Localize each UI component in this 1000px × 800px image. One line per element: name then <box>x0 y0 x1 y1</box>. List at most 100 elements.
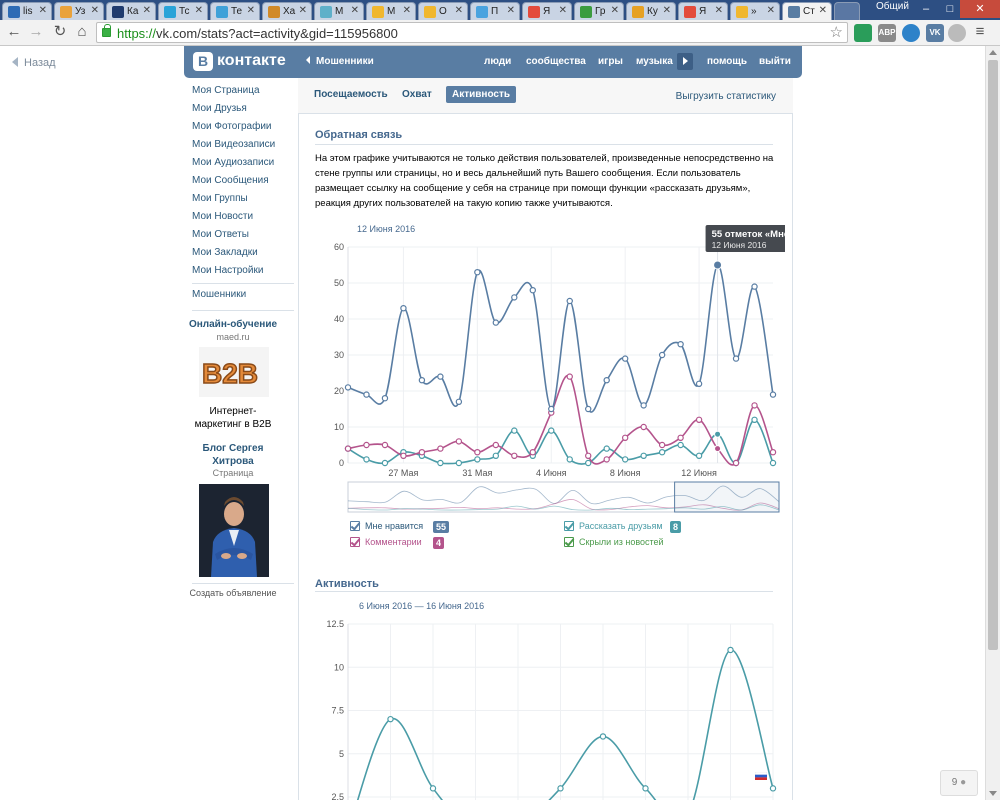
data-point[interactable] <box>695 416 703 423</box>
data-point[interactable] <box>566 373 573 380</box>
data-point[interactable] <box>640 452 647 459</box>
data-point[interactable] <box>455 459 463 467</box>
extension-icon[interactable] <box>948 24 966 42</box>
checkbox-checked-icon[interactable] <box>350 537 360 547</box>
scroll-down-icon[interactable] <box>989 791 997 796</box>
home-icon[interactable]: ⌂ <box>72 22 92 42</box>
data-point[interactable] <box>474 456 481 463</box>
tab-visits[interactable]: Посещаемость <box>314 89 388 100</box>
tab-close-icon[interactable]: ✕ <box>819 5 827 16</box>
navigator-selection[interactable] <box>674 481 780 513</box>
tab-close-icon[interactable]: ✕ <box>39 5 47 16</box>
export-stats-link[interactable]: Выгрузить статистику <box>676 91 776 102</box>
data-point[interactable] <box>695 452 703 459</box>
drive-extension-icon[interactable] <box>854 24 872 42</box>
browser-tab[interactable]: Я ✕ <box>678 2 728 20</box>
url-text[interactable]: https://vk.com/stats?act=activity&gid=11… <box>117 26 398 41</box>
browser-tab[interactable]: М ✕ <box>366 2 416 20</box>
ad-title[interactable]: Онлайн-обучение <box>178 318 288 331</box>
data-point[interactable] <box>492 452 500 459</box>
topnav-music[interactable]: музыка <box>636 56 673 67</box>
tab-close-icon[interactable]: ✕ <box>143 5 151 16</box>
sidebar-item-settings[interactable]: Мои Настройки <box>192 265 263 276</box>
browser-tab[interactable]: Ха ✕ <box>262 2 312 20</box>
reload-icon[interactable]: ↻ <box>50 22 70 42</box>
sidebar-item-messages[interactable]: Мои Сообщения <box>192 175 269 186</box>
scrollbar-thumb[interactable] <box>988 60 998 650</box>
topnav-logout[interactable]: выйти <box>759 56 791 67</box>
legend-likes[interactable]: Мне нравится <box>350 521 423 531</box>
data-point[interactable] <box>400 304 407 312</box>
data-point[interactable] <box>751 416 758 423</box>
browser-tab[interactable]: Те ✕ <box>210 2 260 20</box>
back-link[interactable]: Назад <box>12 57 56 69</box>
data-point[interactable] <box>751 402 758 409</box>
browser-tab[interactable]: Ку ✕ <box>626 2 676 20</box>
data-point[interactable] <box>640 423 647 431</box>
data-point[interactable] <box>363 456 370 463</box>
tab-close-icon[interactable]: ✕ <box>299 5 307 16</box>
highlighted-point[interactable] <box>714 445 722 453</box>
ad2-title-line1[interactable]: Блог Сергея <box>178 442 288 455</box>
data-point[interactable] <box>585 459 592 467</box>
online-counter[interactable]: 9 ● <box>940 770 978 796</box>
data-point[interactable] <box>400 452 407 459</box>
browser-tab[interactable]: О ✕ <box>418 2 468 20</box>
profile-label[interactable]: Общий <box>876 1 909 12</box>
tab-close-icon[interactable]: ✕ <box>611 5 619 16</box>
topnav-people[interactable]: люди <box>484 56 511 67</box>
tab-close-icon[interactable]: ✕ <box>767 5 775 16</box>
tab-activity[interactable]: Активность <box>446 86 517 103</box>
data-point[interactable] <box>511 452 518 459</box>
data-point[interactable] <box>381 441 389 449</box>
data-point[interactable] <box>344 445 352 452</box>
data-point[interactable] <box>658 351 666 359</box>
data-point[interactable] <box>603 445 610 452</box>
play-icon[interactable] <box>677 53 693 70</box>
ad-b2b-image[interactable]: B2B <box>199 347 269 397</box>
browser-tab[interactable]: Гр ✕ <box>574 2 624 20</box>
data-point[interactable] <box>437 459 444 467</box>
address-bar[interactable]: https://vk.com/stats?act=activity&gid=11… <box>96 22 848 43</box>
data-point[interactable] <box>492 319 500 326</box>
tab-close-icon[interactable]: ✕ <box>91 5 99 16</box>
data-point[interactable] <box>437 445 444 452</box>
data-point[interactable] <box>548 405 555 413</box>
data-point[interactable] <box>769 785 777 792</box>
browser-tab[interactable]: Ка ✕ <box>106 2 156 20</box>
data-point[interactable] <box>455 398 463 405</box>
data-point[interactable] <box>557 785 564 792</box>
data-point[interactable] <box>727 646 734 654</box>
data-point[interactable] <box>677 340 684 348</box>
minimize-icon[interactable]: – <box>914 0 938 18</box>
data-point[interactable] <box>437 373 444 380</box>
data-point[interactable] <box>603 376 610 384</box>
tab-close-icon[interactable]: ✕ <box>351 5 359 16</box>
data-point[interactable] <box>621 434 629 441</box>
data-point[interactable] <box>418 376 426 384</box>
data-point[interactable] <box>621 355 629 362</box>
browser-tab[interactable]: Ст ✕ <box>782 2 832 20</box>
sidebar-item-news[interactable]: Мои Новости <box>192 211 253 222</box>
legend-shares[interactable]: Рассказать друзьям <box>564 521 663 531</box>
data-point[interactable] <box>511 294 518 301</box>
data-point[interactable] <box>640 402 647 409</box>
sidebar-item-audio[interactable]: Мои Аудиозаписи <box>192 157 274 168</box>
topnav-communities[interactable]: сообщества <box>526 56 586 67</box>
window-close-icon[interactable]: ✕ <box>960 0 1000 18</box>
data-point[interactable] <box>603 456 610 463</box>
legend-hidden[interactable]: Скрыли из новостей <box>564 537 664 547</box>
data-point[interactable] <box>658 441 666 449</box>
browser-tab[interactable]: lis ✕ <box>2 2 52 20</box>
topnav-help[interactable]: помощь <box>707 56 747 67</box>
data-point[interactable] <box>677 434 684 441</box>
back-arrow-icon[interactable]: ← <box>4 22 24 42</box>
vk-logo-text[interactable]: контакте <box>217 52 286 70</box>
data-point[interactable] <box>474 448 481 456</box>
create-ad-link[interactable]: Создать объявление <box>178 588 288 598</box>
vk-logo-icon[interactable]: В <box>193 52 213 71</box>
checkbox-checked-icon[interactable] <box>564 537 574 547</box>
data-point[interactable] <box>769 459 777 467</box>
new-tab-button[interactable] <box>834 2 860 20</box>
feedback-chart[interactable]: 12 Июня 2016 0 10 20 30 40 50 60 27 Мая 31 Мая 4 И… <box>310 220 785 520</box>
